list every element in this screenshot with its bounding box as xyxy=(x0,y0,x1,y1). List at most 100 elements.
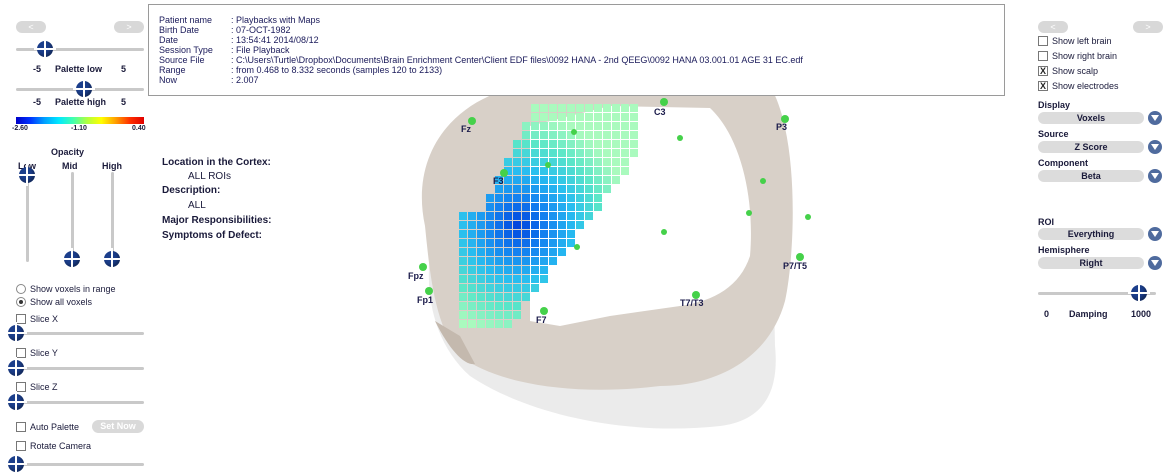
voxel xyxy=(594,194,602,202)
voxel xyxy=(612,104,620,112)
voxel xyxy=(549,239,557,247)
sensor-dot xyxy=(805,214,811,220)
voxel xyxy=(531,167,539,175)
voxel xyxy=(621,122,629,130)
rotate-camera-knob[interactable] xyxy=(5,453,27,472)
damping-knob[interactable] xyxy=(1128,282,1150,304)
electrode-c3-marker[interactable] xyxy=(660,98,668,106)
voxel xyxy=(513,311,521,319)
right-next-button[interactable]: > xyxy=(1133,21,1163,33)
voxel xyxy=(495,248,503,256)
voxel xyxy=(522,167,530,175)
voxel xyxy=(576,149,584,157)
show-scalp-checkbox[interactable]: X xyxy=(1038,66,1048,76)
set-now-button[interactable]: Set Now xyxy=(92,420,144,433)
voxel xyxy=(594,122,602,130)
voxel xyxy=(567,176,575,184)
slice-x-checkbox[interactable] xyxy=(16,314,26,324)
voxel xyxy=(576,212,584,220)
component-label: Component xyxy=(1038,158,1088,168)
auto-palette-checkbox[interactable] xyxy=(16,422,26,432)
hemisphere-dropdown-icon[interactable] xyxy=(1148,256,1162,270)
voxel xyxy=(522,257,530,265)
hemisphere-combo[interactable]: Right xyxy=(1038,257,1144,269)
voxel xyxy=(540,149,548,157)
roi-combo[interactable]: Everything xyxy=(1038,228,1144,240)
show-left-brain-checkbox[interactable] xyxy=(1038,36,1048,46)
electrode-fpz-marker[interactable] xyxy=(419,263,427,271)
slice-x-knob[interactable] xyxy=(5,322,27,344)
opacity-low-knob[interactable] xyxy=(16,164,38,186)
voxel xyxy=(495,230,503,238)
voxel xyxy=(486,194,494,202)
voxel xyxy=(630,140,638,148)
show-all-voxels-radio[interactable] xyxy=(16,297,26,307)
voxel xyxy=(567,221,575,229)
roi-dropdown-icon[interactable] xyxy=(1148,227,1162,241)
right-prev-button[interactable]: < xyxy=(1038,21,1068,33)
voxel xyxy=(468,302,476,310)
show-electrodes-checkbox[interactable]: X xyxy=(1038,81,1048,91)
voxel xyxy=(549,230,557,238)
rotate-camera-checkbox[interactable] xyxy=(16,441,26,451)
electrode-p7t5-marker[interactable] xyxy=(796,253,804,261)
voxel xyxy=(567,104,575,112)
session-info-panel: Patient name: Playbacks with Maps Birth … xyxy=(148,4,1005,96)
electrode-fp1-marker[interactable] xyxy=(425,287,433,295)
voxel xyxy=(495,311,503,319)
slice-z-knob[interactable] xyxy=(5,391,27,413)
voxel xyxy=(558,158,566,166)
voxel xyxy=(549,149,557,157)
slice-y-checkbox[interactable] xyxy=(16,348,26,358)
voxel xyxy=(477,248,485,256)
voxel xyxy=(558,167,566,175)
voxel xyxy=(621,104,629,112)
voxel xyxy=(540,239,548,247)
opacity-high-knob[interactable] xyxy=(101,248,123,270)
voxel xyxy=(576,185,584,193)
head-3d-view[interactable] xyxy=(380,96,860,472)
slice-x-slider[interactable] xyxy=(8,332,144,335)
component-combo[interactable]: Beta xyxy=(1038,170,1144,182)
voxel xyxy=(567,167,575,175)
left-next-button[interactable]: > xyxy=(114,21,144,33)
source-combo[interactable]: Z Score xyxy=(1038,141,1144,153)
voxel xyxy=(477,302,485,310)
opacity-mid-knob[interactable] xyxy=(61,248,83,270)
display-dropdown-icon[interactable] xyxy=(1148,111,1162,125)
left-prev-button[interactable]: < xyxy=(16,21,46,33)
voxel xyxy=(459,284,467,292)
voxel xyxy=(495,221,503,229)
slice-z-slider[interactable] xyxy=(8,401,144,404)
slice-y-knob[interactable] xyxy=(5,357,27,379)
voxel xyxy=(540,140,548,148)
voxel xyxy=(594,113,602,121)
voxel xyxy=(603,158,611,166)
voxel xyxy=(486,212,494,220)
component-dropdown-icon[interactable] xyxy=(1148,169,1162,183)
electrode-f7-marker[interactable] xyxy=(540,307,548,315)
voxel xyxy=(522,194,530,202)
voxel xyxy=(630,122,638,130)
palette-low-knob[interactable] xyxy=(34,38,56,60)
voxel xyxy=(495,185,503,193)
display-combo[interactable]: Voxels xyxy=(1038,112,1144,124)
voxel xyxy=(513,257,521,265)
voxel xyxy=(486,221,494,229)
slice-z-checkbox[interactable] xyxy=(16,382,26,392)
palette-low-label: Palette low xyxy=(55,64,103,74)
voxel xyxy=(513,248,521,256)
show-right-brain-checkbox[interactable] xyxy=(1038,51,1048,61)
source-dropdown-icon[interactable] xyxy=(1148,140,1162,154)
voxel xyxy=(585,122,593,130)
show-voxels-in-range-radio[interactable] xyxy=(16,284,26,294)
voxel xyxy=(531,248,539,256)
palette-high-label: Palette high xyxy=(55,97,107,107)
palette-high-knob[interactable] xyxy=(73,78,95,100)
rotate-camera-slider[interactable] xyxy=(8,463,144,466)
voxel xyxy=(594,203,602,211)
voxel xyxy=(495,239,503,247)
electrode-fpz-label: Fpz xyxy=(408,271,424,281)
slice-y-slider[interactable] xyxy=(8,367,144,370)
voxel xyxy=(576,122,584,130)
